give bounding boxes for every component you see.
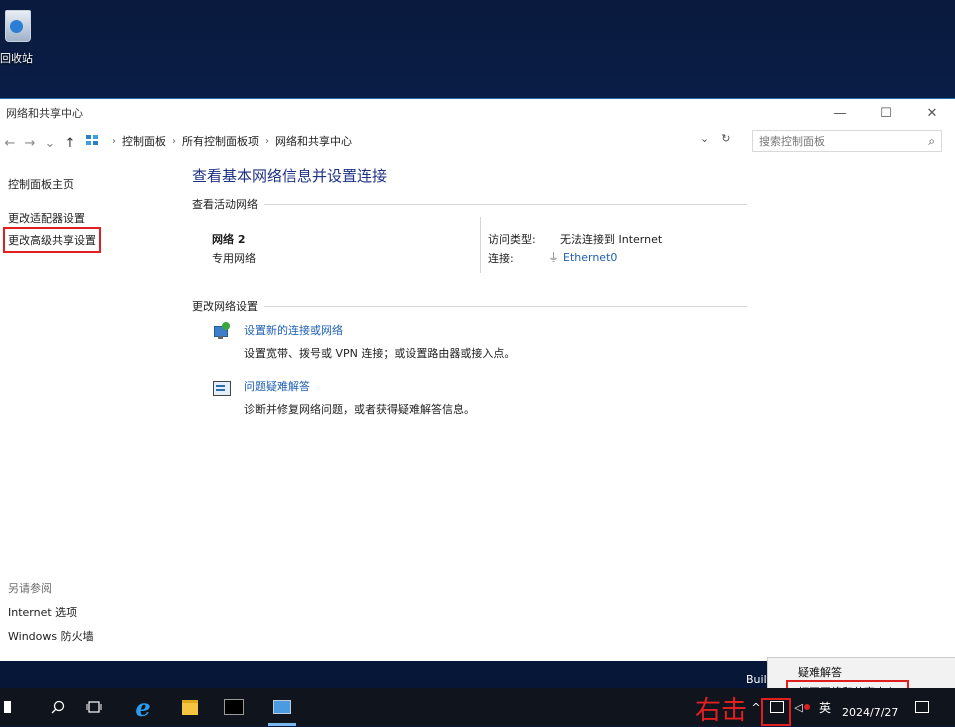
- breadcrumb-item-network-center[interactable]: 网络和共享中心: [275, 133, 352, 149]
- network-sharing-window: 网络和共享中心 — ☐ ✕ ← → ⌄ ↑ › 控制面板 › 所有控制面板项 ›…: [0, 98, 955, 661]
- network-icon-highlight: [761, 698, 791, 726]
- main-content: 查看基本网络信息并设置连接 查看活动网络 网络 2 专用网络 访问类型: 无法连…: [192, 161, 952, 661]
- file-explorer-icon[interactable]: [176, 688, 204, 726]
- network-type[interactable]: 专用网络: [212, 250, 256, 266]
- windows-icon: [3, 701, 11, 713]
- refresh-icon[interactable]: ↻: [721, 132, 730, 145]
- setup-connection-link[interactable]: 设置新的连接或网络: [244, 322, 515, 338]
- recycle-bin-label: 回收站: [0, 52, 33, 65]
- ime-indicator[interactable]: 英: [816, 688, 834, 726]
- change-settings-header: 更改网络设置: [192, 298, 747, 314]
- search-placeholder: 搜索控制面板: [759, 135, 825, 148]
- control-panel-icon: [86, 135, 100, 147]
- search-icon[interactable]: ⌕: [928, 134, 935, 149]
- access-type-value: 无法连接到 Internet: [560, 233, 663, 246]
- change-adapter-settings-link[interactable]: 更改适配器设置: [8, 210, 85, 226]
- address-row: ← → ⌄ ↑ › 控制面板 › 所有控制面板项 › 网络和共享中心 ⌄ ↻ 搜…: [0, 127, 955, 161]
- connection-label: 连接:: [488, 252, 514, 265]
- action-center-icon[interactable]: [910, 688, 934, 726]
- troubleshoot-link[interactable]: 问题疑难解答: [244, 378, 475, 394]
- access-type-label: 访问类型:: [488, 233, 536, 246]
- clock-date[interactable]: 2024/7/27: [842, 706, 898, 719]
- divider: [480, 217, 481, 273]
- breadcrumb-item-all-items[interactable]: 所有控制面板项: [182, 133, 259, 149]
- command-prompt-icon[interactable]: [220, 688, 248, 726]
- troubleshoot-desc: 诊断并修复网络问题，或者获得疑难解答信息。: [244, 403, 475, 416]
- setup-connection-desc: 设置宽带、拨号或 VPN 连接；或设置路由器或接入点。: [244, 347, 516, 360]
- active-networks-header: 查看活动网络: [192, 196, 747, 212]
- start-button[interactable]: [0, 688, 14, 726]
- troubleshoot-icon: [212, 378, 232, 398]
- task-view-icon[interactable]: [80, 688, 108, 726]
- build-watermark: Buil: [746, 673, 767, 686]
- see-also-title: 另请参阅: [8, 582, 52, 595]
- internet-explorer-icon[interactable]: e: [128, 688, 158, 726]
- up-arrow-icon[interactable]: ↑: [62, 136, 78, 151]
- search-taskbar-icon[interactable]: [44, 688, 72, 726]
- network-name: 网络 2: [212, 233, 246, 246]
- setup-connection-task[interactable]: 设置新的连接或网络 设置宽带、拨号或 VPN 连接；或设置路由器或接入点。: [212, 322, 515, 361]
- control-panel-home-link[interactable]: 控制面板主页: [8, 176, 74, 192]
- window-title: 网络和共享中心: [6, 107, 83, 120]
- breadcrumb-item-control-panel[interactable]: 控制面板: [122, 133, 166, 149]
- close-button[interactable]: ✕: [909, 99, 955, 127]
- internet-options-link[interactable]: Internet 选项: [8, 604, 77, 620]
- right-click-annotation: 右击: [695, 696, 748, 726]
- left-navigation-pane: 控制面板主页 更改适配器设置 更改高级共享设置 另请参阅 Internet 选项…: [0, 161, 175, 661]
- page-title: 查看基本网络信息并设置连接: [192, 167, 388, 185]
- change-advanced-sharing-link[interactable]: 更改高级共享设置: [3, 227, 101, 253]
- address-dropdown-icon[interactable]: ⌄: [700, 132, 709, 145]
- title-bar[interactable]: 网络和共享中心 — ☐ ✕: [0, 99, 955, 127]
- windows-firewall-link[interactable]: Windows 防火墙: [8, 628, 94, 644]
- network-setup-icon: [212, 322, 232, 342]
- forward-arrow-icon[interactable]: →: [22, 136, 38, 151]
- volume-muted-icon[interactable]: ◁: [792, 688, 812, 726]
- minimize-button[interactable]: —: [817, 99, 863, 127]
- troubleshoot-task[interactable]: 问题疑难解答 诊断并修复网络问题，或者获得疑难解答信息。: [212, 378, 475, 417]
- recycle-bin-icon: [2, 4, 32, 42]
- maximize-button[interactable]: ☐: [863, 99, 909, 127]
- ethernet-link[interactable]: ⏚ Ethernet0: [548, 249, 617, 265]
- search-input[interactable]: 搜索控制面板 ⌕: [752, 130, 942, 152]
- taskbar: e ^ ◁ 英: [0, 688, 955, 726]
- show-hidden-icons[interactable]: ^: [750, 688, 762, 726]
- address-bar[interactable]: › 控制面板 › 所有控制面板项 › 网络和共享中心: [86, 130, 746, 152]
- recycle-bin[interactable]: 回收站: [0, 4, 48, 66]
- back-arrow-icon[interactable]: ←: [2, 136, 18, 151]
- ethernet-plug-icon: ⏚: [548, 251, 559, 264]
- control-panel-taskbar-icon[interactable]: [268, 688, 296, 726]
- recent-locations-icon[interactable]: ⌄: [42, 136, 58, 151]
- menu-item-troubleshoot[interactable]: 疑难解答: [798, 664, 842, 680]
